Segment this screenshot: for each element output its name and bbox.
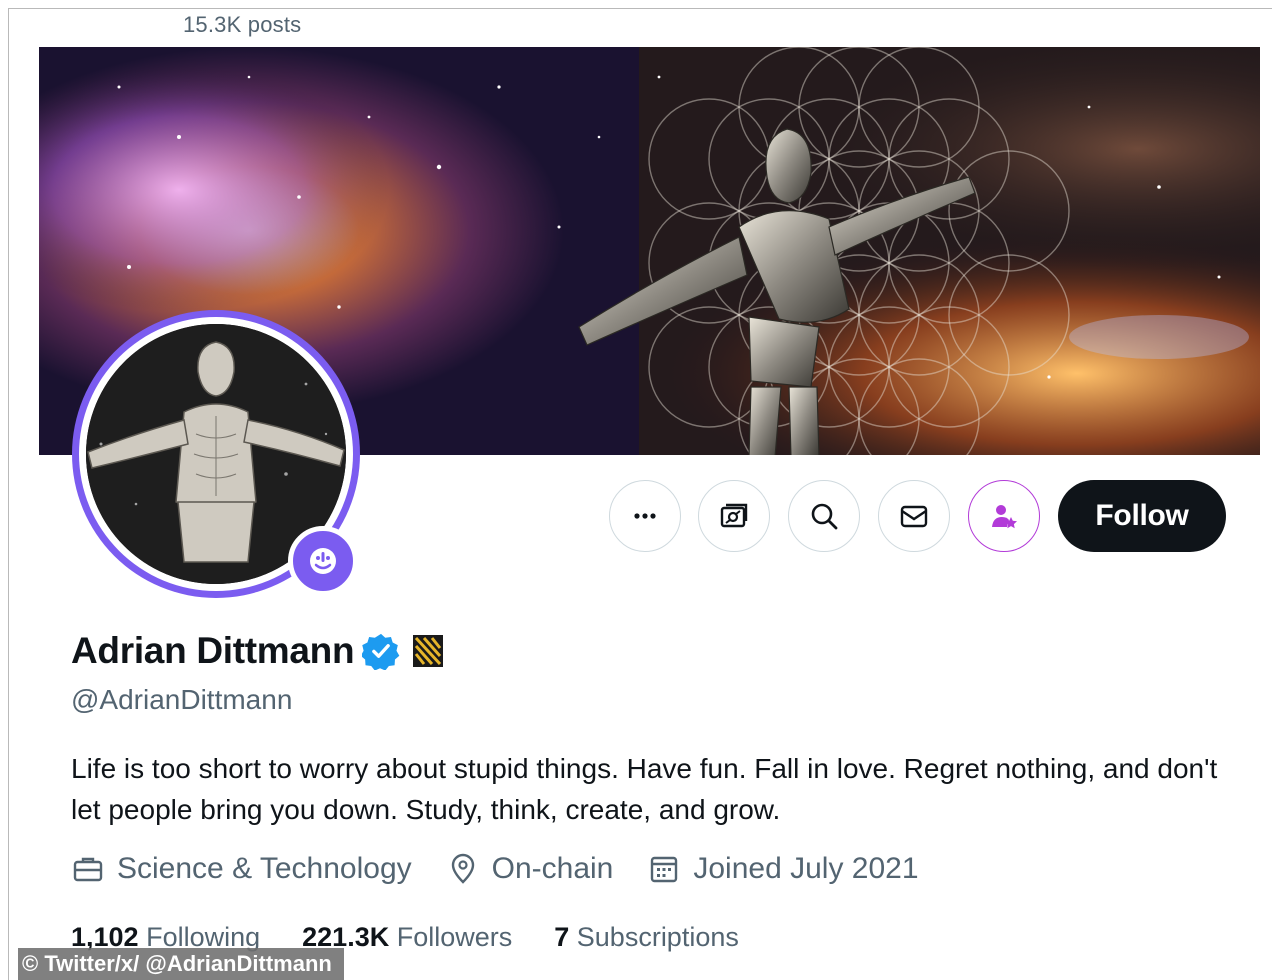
location-pin-icon: [451, 853, 474, 884]
follow-button[interactable]: Follow: [1058, 480, 1226, 552]
briefcase-icon: [73, 857, 103, 882]
affiliation-badge-icon[interactable]: [412, 634, 444, 668]
profile-actions: Follow: [0, 480, 1272, 554]
posts-count: 15.3K posts: [183, 12, 302, 37]
profile-category: Science & Technology: [117, 852, 412, 885]
more-button[interactable]: [609, 480, 681, 552]
subscriptions-link[interactable]: 7 Subscriptions: [554, 922, 739, 953]
calendar-icon: [651, 856, 678, 883]
joined-item: Joined July 2021: [647, 852, 919, 886]
category-item: Science & Technology: [71, 852, 412, 886]
subscriptions-count: 7: [554, 922, 577, 952]
grok-button[interactable]: [698, 480, 770, 552]
subscriptions-label: Subscriptions: [576, 922, 739, 952]
profile-bio: Life is too short to worry about stupid …: [71, 753, 1218, 825]
profile-joined: Joined July 2021: [693, 852, 919, 885]
more-icon: [634, 513, 656, 519]
grok-icon: [720, 503, 748, 528]
verified-badge-icon[interactable]: [362, 632, 400, 670]
followers-label: Followers: [396, 922, 513, 952]
image-credit-watermark: © Twitter/x/ @AdrianDittmann: [18, 948, 344, 980]
profile-meta: Science & Technology On-chain Joined Jul…: [71, 852, 953, 886]
subscribe-button[interactable]: [968, 480, 1040, 552]
search-icon: [811, 503, 838, 530]
name-row: Adrian Dittmann: [71, 630, 444, 672]
message-button[interactable]: [878, 480, 950, 552]
location-item: On-chain: [446, 852, 614, 886]
envelope-icon: [900, 505, 928, 528]
profile-location: On-chain: [491, 852, 614, 885]
user-handle: @AdrianDittmann: [71, 684, 293, 715]
person-star-icon: [992, 505, 1017, 529]
search-button[interactable]: [788, 480, 860, 552]
display-name: Adrian Dittmann: [71, 630, 355, 671]
